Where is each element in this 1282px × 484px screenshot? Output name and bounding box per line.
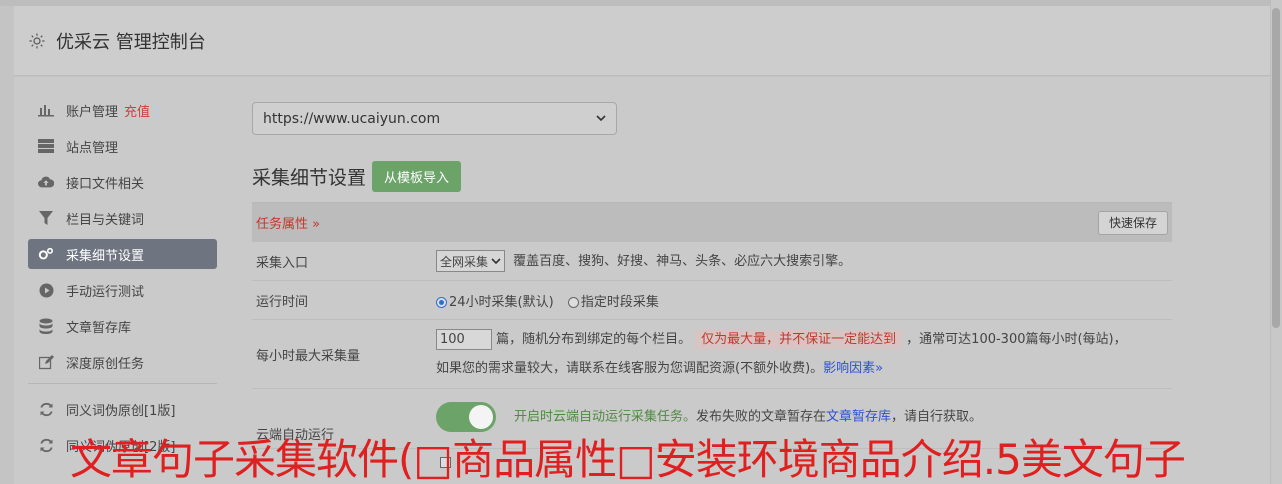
cloud-auto-text-2: ，请自行获取。 bbox=[891, 409, 983, 425]
sidebar-item-collection-settings[interactable]: 采集细节设置 bbox=[28, 239, 217, 269]
bar-chart-icon bbox=[38, 102, 54, 118]
site-select[interactable]: https://www.ucaiyun.com bbox=[252, 102, 617, 135]
refresh-icon bbox=[38, 437, 54, 453]
edit-icon bbox=[38, 354, 54, 370]
row-value: 100 篇，随机分布到绑定的每个栏目。 仅为最大量，并不保证一定能达到 ，通常可达1… bbox=[436, 325, 1172, 383]
scrollbar-thumb[interactable] bbox=[1272, 8, 1280, 328]
sidebar-item-label: 栏目与关键词 bbox=[66, 212, 145, 228]
sidebar-item-article-storage[interactable]: 文章暂存库 bbox=[28, 311, 217, 341]
sidebar-item-label: 同义词伪原创[1版] bbox=[66, 403, 176, 419]
row-label: 运行时间 bbox=[256, 294, 309, 310]
sidebar: 账户管理 充值 站点管理 接口文件相关 栏目与关键词 采集细节设置 手动运行测试… bbox=[28, 95, 217, 466]
collection-entry-desc: 覆盖百度、搜狗、好搜、神马、头条、必应六大搜索引擎。 bbox=[513, 253, 852, 269]
row-label: 采集入口 bbox=[256, 255, 309, 271]
database-icon bbox=[38, 318, 54, 334]
sidebar-item-account[interactable]: 账户管理 充值 bbox=[28, 95, 217, 125]
table-row: 采集入口 全网采集 覆盖百度、搜狗、好搜、神马、头条、必应六大搜索引擎。 bbox=[252, 242, 1172, 281]
sidebar-item-label: 站点管理 bbox=[66, 140, 119, 156]
import-template-button[interactable]: 从模板导入 bbox=[372, 161, 462, 192]
row-value: 开启时云端自动运行采集任务。发布失败的文章暂存在文章暂存库，请自行获取。 bbox=[436, 402, 1172, 432]
play-circle-icon bbox=[38, 282, 54, 298]
sidebar-item-deep-original[interactable]: 深度原创任务 bbox=[28, 347, 217, 377]
cloud-auto-green-text: 开启时云端自动运行采集任务。 bbox=[514, 409, 697, 425]
row-label: 每小时最大采集量 bbox=[256, 348, 361, 364]
sidebar-item-label: 账户管理 bbox=[66, 104, 119, 120]
gears-icon bbox=[38, 246, 54, 262]
gear-icon bbox=[29, 33, 45, 48]
sidebar-item-label: 采集细节设置 bbox=[66, 248, 145, 264]
sidebar-divider bbox=[28, 383, 217, 384]
recharge-link[interactable]: 充值 bbox=[124, 101, 150, 120]
server-icon bbox=[38, 138, 54, 154]
max-per-hour-text-2: ，通常可达100-300篇每小时(每站)， bbox=[906, 332, 1127, 347]
sidebar-item-label: 接口文件相关 bbox=[66, 176, 145, 192]
row-value: 24小时采集(默认) 指定时段采集 bbox=[436, 291, 1172, 310]
table-row: 每小时最大采集量 100 篇，随机分布到绑定的每个栏目。 仅为最大量，并不保证一定… bbox=[252, 320, 1172, 389]
site-select-value: https://www.ucaiyun.com bbox=[263, 110, 441, 127]
runtime-24h-label: 24小时采集(默认) bbox=[449, 294, 554, 310]
collection-entry-select[interactable]: 全网采集 bbox=[436, 250, 506, 273]
main-content: https://www.ucaiyun.com 采集细节设置 从模板导入 任务属… bbox=[252, 102, 1172, 470]
sidebar-item-label: 手动运行测试 bbox=[66, 284, 145, 300]
article-storage-link[interactable]: 文章暂存库 bbox=[826, 410, 891, 425]
table-header: 任务属性 » 快速保存 bbox=[252, 203, 1172, 242]
sidebar-item-sites[interactable]: 站点管理 bbox=[28, 131, 217, 161]
quick-save-button[interactable]: 快速保存 bbox=[1097, 210, 1168, 235]
row-value: 全网采集 覆盖百度、搜狗、好搜、神马、头条、必应六大搜索引擎。 bbox=[436, 250, 1172, 273]
max-warning-tag: 仅为最大量，并不保证一定能达到 bbox=[695, 330, 903, 349]
sidebar-item-manual-test[interactable]: 手动运行测试 bbox=[28, 275, 217, 305]
runtime-period-label: 指定时段采集 bbox=[580, 294, 659, 310]
watermark-caption: 文章句子采集软件(□商品属性□安装环境商品介绍.5美文句子 bbox=[70, 435, 1186, 484]
sidebar-item-label: 文章暂存库 bbox=[66, 320, 132, 336]
settings-table: 任务属性 » 快速保存 采集入口 全网采集 覆盖百度、搜狗、好搜、神马、头条、必… bbox=[252, 202, 1172, 470]
sidebar-item-synonym-v1[interactable]: 同义词伪原创[1版] bbox=[28, 394, 217, 424]
sidebar-item-categories-keywords[interactable]: 栏目与关键词 bbox=[28, 203, 217, 233]
influence-factors-link[interactable]: 影响因素» bbox=[823, 361, 883, 376]
content-panel: 账户管理 充值 站点管理 接口文件相关 栏目与关键词 采集细节设置 手动运行测试… bbox=[14, 77, 1270, 484]
sidebar-item-interface-files[interactable]: 接口文件相关 bbox=[28, 167, 217, 197]
task-attributes-toggle[interactable]: 任务属性 » bbox=[256, 213, 320, 232]
filter-icon bbox=[38, 210, 54, 226]
table-row: 运行时间 24小时采集(默认) 指定时段采集 bbox=[252, 281, 1172, 320]
runtime-24h-radio[interactable] bbox=[436, 296, 447, 308]
page-scrollbar[interactable] bbox=[1270, 0, 1282, 484]
cloud-auto-text: 发布失败的文章暂存在 bbox=[696, 409, 827, 425]
page-header: 优采云 管理控制台 bbox=[14, 6, 1270, 76]
max-per-hour-text: 篇，随机分布到绑定的每个栏目。 bbox=[496, 332, 692, 347]
section-title: 采集细节设置 bbox=[252, 167, 367, 189]
sidebar-item-label: 深度原创任务 bbox=[66, 356, 145, 372]
collection-entry-value: 全网采集 bbox=[440, 254, 489, 269]
max-per-hour-text-3: 如果您的需求量较大，请联系在线客服为您调配资源(不额外收费)。 bbox=[436, 361, 824, 376]
chevron-down-icon bbox=[596, 115, 606, 122]
page-title: 优采云 管理控制台 bbox=[56, 31, 206, 53]
runtime-period-radio[interactable] bbox=[567, 296, 579, 308]
cloud-auto-toggle[interactable] bbox=[436, 402, 496, 432]
max-per-hour-input[interactable]: 100 bbox=[436, 329, 492, 350]
section-header: 采集细节设置 从模板导入 bbox=[252, 161, 1172, 192]
chevron-down-icon bbox=[491, 258, 501, 264]
cloud-upload-icon bbox=[38, 174, 54, 190]
refresh-icon bbox=[38, 401, 54, 417]
